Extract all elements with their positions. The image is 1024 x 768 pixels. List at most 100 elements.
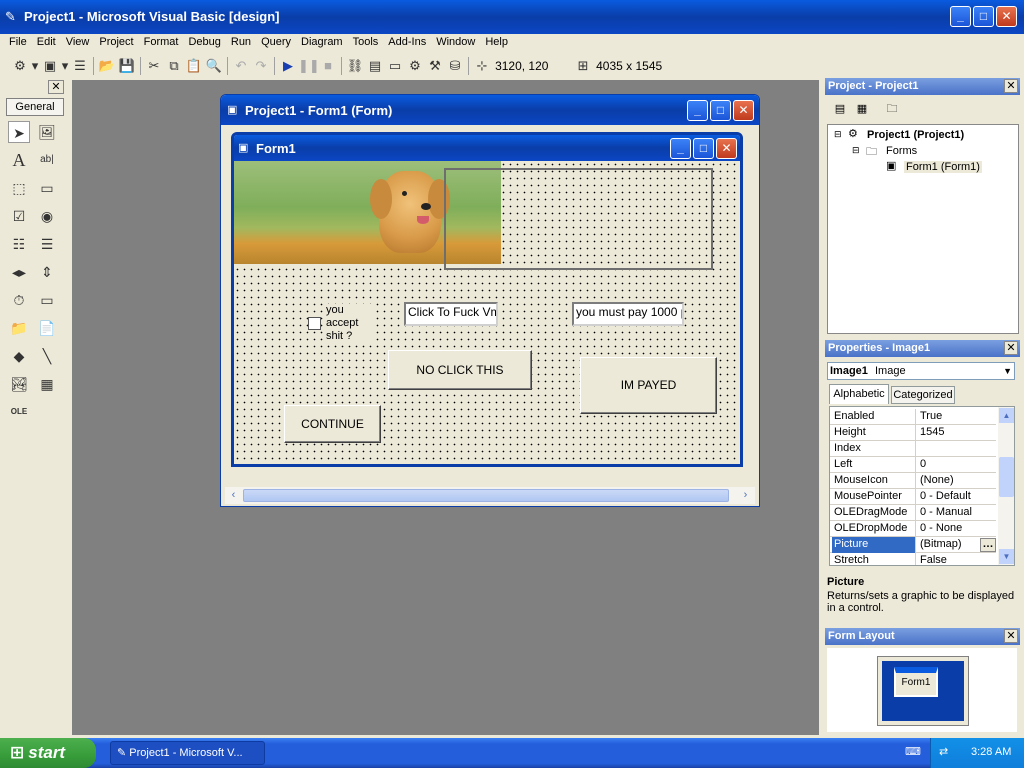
drivelistbox-tool-icon[interactable]: ▭	[36, 289, 58, 311]
dirlistbox-tool-icon[interactable]: 📁	[8, 317, 30, 339]
image-tool-icon[interactable]: 🏞	[8, 373, 30, 395]
menu-help[interactable]: Help	[480, 32, 513, 52]
frame-tool-icon[interactable]: ⬚	[8, 177, 30, 199]
combobox-tool-icon[interactable]: ☷	[8, 233, 30, 255]
no-click-button[interactable]: NO CLICK THIS	[388, 350, 532, 390]
data-view-icon[interactable]: ⛁	[445, 56, 465, 76]
properties-window-icon[interactable]: ▤	[365, 56, 385, 76]
label-tool-icon[interactable]: A	[8, 149, 30, 171]
designer-close-button[interactable]: ✕	[733, 100, 754, 121]
scroll-thumb[interactable]	[243, 489, 729, 502]
hscrollbar-tool-icon[interactable]: ◂▸	[8, 261, 30, 283]
timer-tool-icon[interactable]: ⏱	[8, 289, 30, 311]
shape-tool-icon[interactable]: ◆	[8, 345, 30, 367]
break-icon[interactable]: ❚❚	[298, 56, 320, 76]
properties-panel-close-button[interactable]: ✕	[1004, 341, 1018, 355]
cut-icon[interactable]: ✂	[144, 56, 164, 76]
data-tool-icon[interactable]: ▦	[36, 373, 58, 395]
toolbox-close-button[interactable]: ✕	[48, 80, 64, 94]
toggle-folders-icon[interactable]: 🗀	[883, 100, 901, 118]
object-browser-icon[interactable]: ⚙	[405, 56, 425, 76]
forms-folder-node[interactable]: Forms	[886, 145, 917, 157]
optionbutton-tool-icon[interactable]: ◉	[36, 205, 58, 227]
view-code-icon[interactable]: ▤	[831, 100, 849, 118]
form1-node[interactable]: Form1 (Form1)	[904, 161, 982, 173]
add-form-icon[interactable]: ▣	[40, 56, 60, 76]
toolbox-icon[interactable]: ⚒	[425, 56, 445, 76]
start-icon[interactable]: ▶	[278, 56, 298, 76]
ole-tool-icon[interactable]: OLE	[8, 401, 30, 423]
im-payed-button[interactable]: IM PAYED	[580, 357, 717, 414]
menu-run[interactable]: Run	[226, 32, 256, 52]
scroll-left-arrow-icon[interactable]: ‹	[225, 487, 242, 504]
expand-toggle-icon[interactable]: ⊟	[834, 129, 842, 140]
image1-selection-frame[interactable]	[444, 168, 713, 270]
designer-hscrollbar[interactable]: ‹ ›	[225, 487, 755, 504]
ellipsis-button[interactable]: …	[980, 538, 996, 552]
accept-checkbox[interactable]	[308, 317, 321, 330]
layout-form-thumbnail[interactable]: Form1	[894, 667, 938, 697]
clock[interactable]: 3:28 AM	[971, 746, 1011, 758]
find-icon[interactable]: 🔍	[204, 56, 224, 76]
picturebox-tool-icon[interactable]: 🖼	[36, 121, 58, 143]
project-explorer-icon[interactable]: ⛓	[345, 56, 365, 76]
textbox-tool-icon[interactable]: ab|	[36, 149, 58, 171]
menu-add-ins[interactable]: Add-Ins	[383, 32, 431, 52]
scroll-thumb[interactable]	[999, 457, 1014, 497]
pointer-tool-icon[interactable]: ➤	[8, 121, 30, 143]
dropdown-arrow-icon[interactable]: ▾	[60, 56, 70, 76]
network-tray-icon[interactable]: ⇄	[939, 745, 948, 758]
property-row[interactable]: OLEDragMode 0 - Manual	[830, 505, 996, 521]
start-button[interactable]: ⊞ start	[0, 738, 96, 768]
property-row[interactable]: MousePointer 0 - Default	[830, 489, 996, 505]
dropdown-arrow-icon[interactable]: ▾	[30, 56, 40, 76]
menu-format[interactable]: Format	[139, 32, 184, 52]
scroll-right-arrow-icon[interactable]: ›	[737, 487, 754, 504]
form1-minimize-button[interactable]: _	[670, 138, 691, 159]
paste-icon[interactable]: 📋	[184, 56, 204, 76]
menu-file[interactable]: File	[4, 32, 32, 52]
filelistbox-tool-icon[interactable]: 📄	[36, 317, 58, 339]
project-root-node[interactable]: Project1 (Project1)	[867, 129, 964, 141]
listbox-tool-icon[interactable]: ☰	[36, 233, 58, 255]
redo-icon[interactable]: ↷	[251, 56, 271, 76]
menu-diagram[interactable]: Diagram	[296, 32, 348, 52]
property-row[interactable]: MouseIcon (None)	[830, 473, 996, 489]
property-row[interactable]: Enabled True	[830, 409, 996, 425]
expand-toggle-icon[interactable]: ⊟	[852, 145, 860, 156]
menu-project[interactable]: Project	[94, 32, 138, 52]
menu-query[interactable]: Query	[256, 32, 296, 52]
designer-minimize-button[interactable]: _	[687, 100, 708, 121]
add-project-icon[interactable]: ⚙	[10, 56, 30, 76]
property-row[interactable]: Height 1545	[830, 425, 996, 441]
form-layout-close-button[interactable]: ✕	[1004, 629, 1018, 643]
save-project-icon[interactable]: 💾	[117, 56, 137, 76]
menu-window[interactable]: Window	[431, 32, 480, 52]
property-row[interactable]: Index	[830, 441, 996, 457]
end-icon[interactable]: ■	[318, 56, 338, 76]
property-row[interactable]: Stretch False	[830, 553, 996, 565]
menu-debug[interactable]: Debug	[183, 32, 225, 52]
undo-icon[interactable]: ↶	[231, 56, 251, 76]
continue-button[interactable]: CONTINUE	[284, 405, 381, 443]
property-row[interactable]: OLEDropMode 0 - None	[830, 521, 996, 537]
taskbar-vb-task[interactable]: ✎ Project1 - Microsoft V...	[110, 741, 265, 765]
open-project-icon[interactable]: 📂	[97, 56, 117, 76]
commandbutton-tool-icon[interactable]: ▭	[36, 177, 58, 199]
menu-edit[interactable]: Edit	[32, 32, 61, 52]
tab-categorized[interactable]: Categorized	[891, 386, 955, 404]
form1-maximize-button[interactable]: □	[693, 138, 714, 159]
project-panel-close-button[interactable]: ✕	[1004, 79, 1018, 93]
copy-icon[interactable]: ⧉	[164, 56, 184, 76]
toolbox-tab-general[interactable]: General	[6, 98, 64, 116]
form-layout-icon[interactable]: ▭	[385, 56, 405, 76]
scroll-down-arrow-icon[interactable]: ▼	[999, 549, 1014, 564]
keyboard-tray-icon[interactable]: ⌨	[905, 745, 921, 758]
checkbox-tool-icon[interactable]: ☑	[8, 205, 30, 227]
dropdown-arrow-icon[interactable]: ▼	[1003, 363, 1012, 379]
close-button[interactable]: ✕	[996, 6, 1017, 27]
click-textbox[interactable]: Click To Fuck Vm	[404, 302, 498, 326]
designer-maximize-button[interactable]: □	[710, 100, 731, 121]
scroll-up-arrow-icon[interactable]: ▲	[999, 408, 1014, 423]
property-row[interactable]: Left 0	[830, 457, 996, 473]
